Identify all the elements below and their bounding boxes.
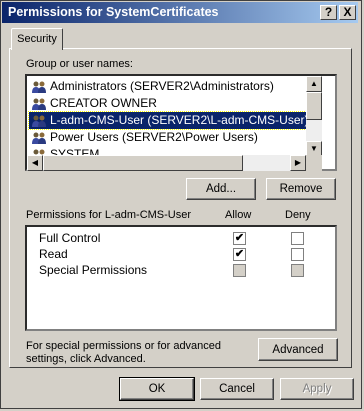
allow-checkbox[interactable]: ✔ <box>233 232 246 245</box>
allow-checkbox[interactable]: ✔ <box>233 248 246 261</box>
list-item[interactable]: Administrators (SERVER2\Administrators) <box>29 78 274 95</box>
list-item-label: Administrators (SERVER2\Administrators) <box>50 79 274 93</box>
list-item[interactable]: L-adm-CMS-User (SERVER2\L-adm-CMS-User) <box>27 111 310 130</box>
title-bar[interactable]: Permissions for SystemCertificates ? X <box>2 2 358 23</box>
user-group-icon <box>31 114 47 128</box>
permission-name: Full Control <box>39 231 101 245</box>
deny-checkbox[interactable] <box>291 232 304 245</box>
apply-button[interactable]: Apply <box>280 378 354 400</box>
scroll-up-button[interactable]: ▲ <box>306 76 322 92</box>
horizontal-scroll-thumb[interactable] <box>43 155 243 171</box>
cancel-button[interactable]: Cancel <box>200 378 274 400</box>
help-button[interactable]: ? <box>320 5 337 20</box>
list-item-label: Power Users (SERVER2\Power Users) <box>50 130 258 144</box>
permissions-header: Permissions for L-adm-CMS-User <box>26 209 192 221</box>
allow-checkbox <box>233 264 246 277</box>
list-item-label: CREATOR OWNER <box>50 96 157 110</box>
tab-security[interactable]: Security <box>11 28 63 50</box>
advanced-button[interactable]: Advanced <box>258 338 338 361</box>
add-button[interactable]: Add... <box>186 178 256 200</box>
user-group-icon <box>31 131 47 145</box>
scroll-left-button[interactable]: ◀ <box>27 155 43 171</box>
ok-button[interactable]: OK <box>119 377 195 401</box>
user-group-icon <box>31 80 47 94</box>
window-title: Permissions for SystemCertificates <box>8 5 219 19</box>
vertical-scroll-thumb[interactable] <box>306 92 322 120</box>
scroll-right-button[interactable]: ▶ <box>290 155 306 171</box>
list-item[interactable]: CREATOR OWNER <box>29 95 157 112</box>
permission-name: Read <box>39 247 68 261</box>
remove-button[interactable]: Remove <box>266 178 336 200</box>
permissions-listbox: Full Control ✔ Read ✔ Special Permissions <box>25 225 337 331</box>
list-item-label: L-adm-CMS-User (SERVER2\L-adm-CMS-User) <box>50 113 309 127</box>
list-item[interactable]: Power Users (SERVER2\Power Users) <box>29 129 258 146</box>
user-group-icon <box>31 97 47 111</box>
scrollbar-corner <box>306 155 322 171</box>
deny-checkbox <box>291 264 304 277</box>
allow-column-header: Allow <box>225 209 252 221</box>
group-list-label: Group or user names: <box>26 58 133 70</box>
horizontal-scrollbar[interactable]: ◀ ▶ <box>27 155 306 171</box>
tab-security-label: Security <box>17 33 57 45</box>
permission-name: Special Permissions <box>39 263 148 277</box>
deny-checkbox[interactable] <box>291 248 304 261</box>
close-button[interactable]: X <box>339 5 356 20</box>
deny-column-header: Deny <box>285 209 311 221</box>
advanced-note: For special permissions or for advanced … <box>26 340 222 365</box>
vertical-scrollbar[interactable]: ▲ ▼ <box>306 76 322 157</box>
